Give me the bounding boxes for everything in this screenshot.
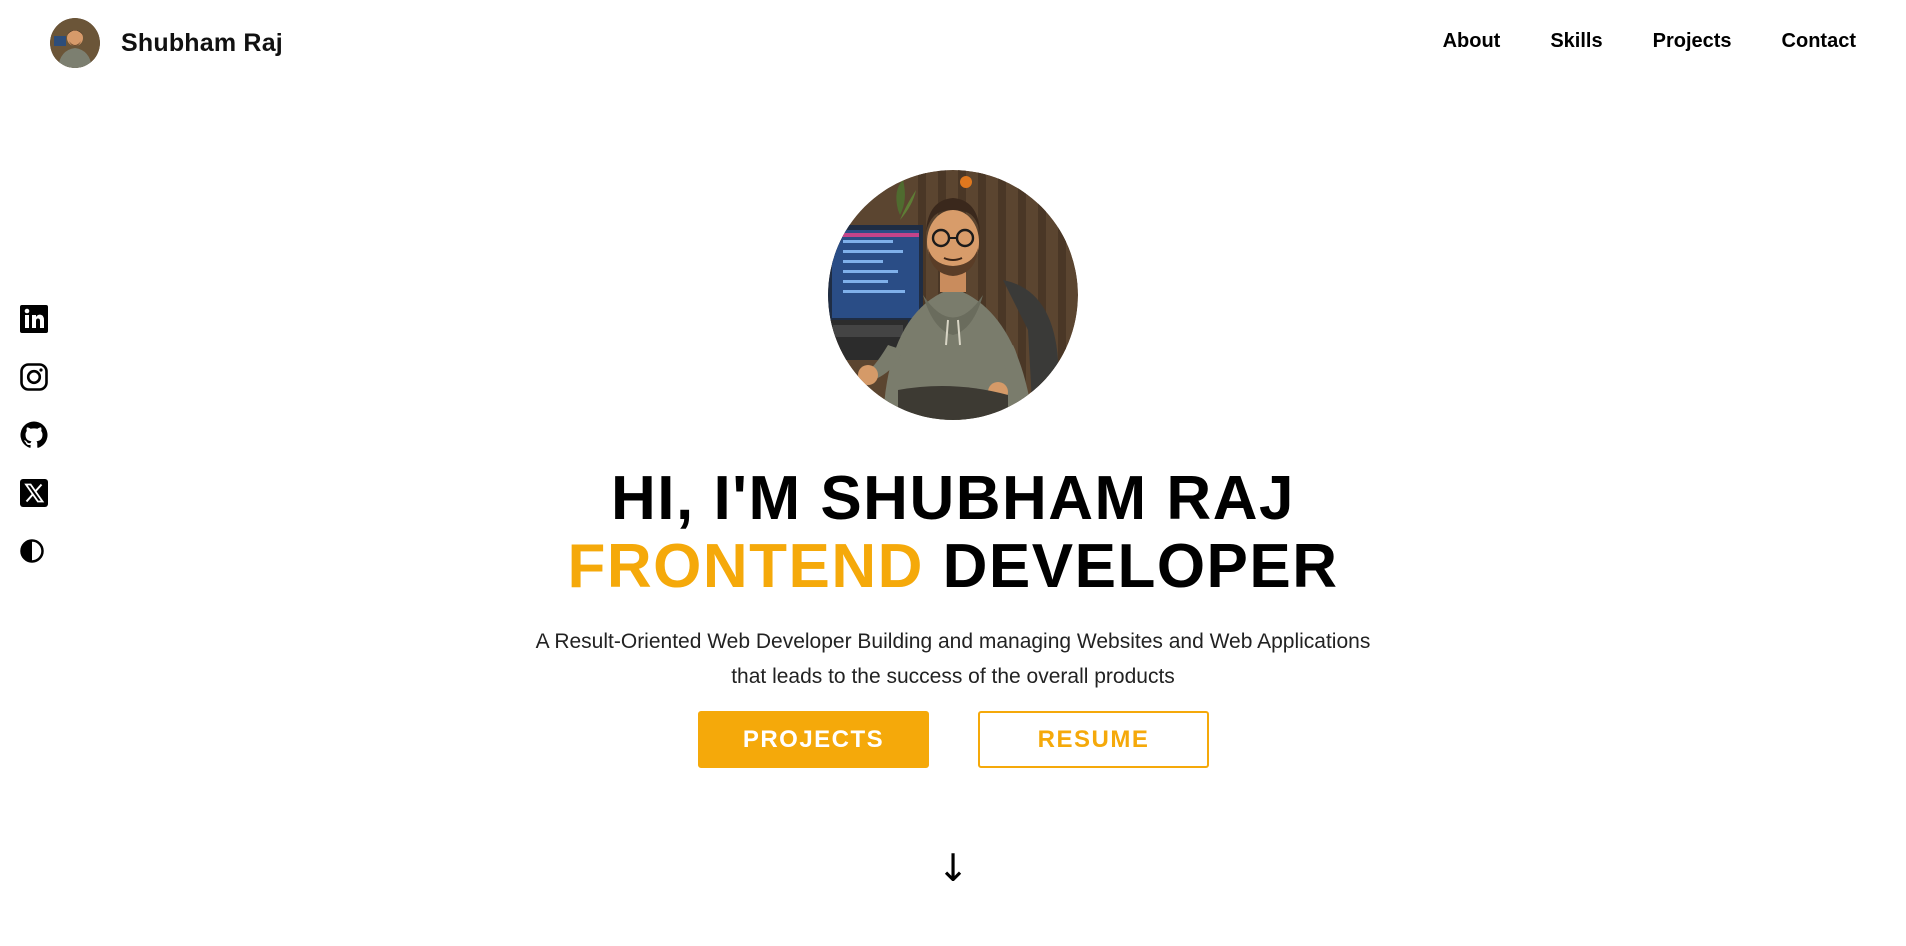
portfolio-page: Shubham Raj About Skills Projects Contac… bbox=[0, 0, 1906, 946]
brand-name: Shubham Raj bbox=[121, 28, 283, 57]
brand-link[interactable]: Shubham Raj bbox=[50, 18, 283, 68]
nav-contact[interactable]: Contact bbox=[1782, 30, 1856, 53]
projects-button[interactable]: PROJECTS bbox=[698, 711, 929, 768]
hero-role-accent: FRONTEND bbox=[567, 532, 924, 601]
main-nav: About Skills Projects Contact bbox=[1443, 30, 1856, 53]
instagram-icon[interactable] bbox=[19, 362, 49, 392]
hero-greeting: HI, I'M SHUBHAM RAJ bbox=[611, 464, 1295, 533]
linkedin-icon[interactable] bbox=[19, 304, 49, 334]
scroll-down-icon[interactable]: ↓ bbox=[937, 846, 969, 890]
nav-projects[interactable]: Projects bbox=[1653, 30, 1732, 53]
site-header: Shubham Raj About Skills Projects Contac… bbox=[0, 0, 1906, 86]
resume-button[interactable]: RESUME bbox=[978, 711, 1209, 768]
hero-description-line1: A Result-Oriented Web Developer Building… bbox=[535, 630, 1371, 653]
hero-description-line2: that leads to the success of the overall… bbox=[731, 665, 1175, 688]
nav-about[interactable]: About bbox=[1443, 30, 1501, 53]
brand-avatar bbox=[50, 18, 100, 68]
github-icon[interactable] bbox=[19, 420, 49, 450]
hero-description: A Result-Oriented Web Developer Building… bbox=[453, 624, 1453, 694]
profile-illustration bbox=[828, 170, 1078, 420]
hero-role: FRONTEND DEVELOPER bbox=[0, 533, 1906, 601]
nav-skills[interactable]: Skills bbox=[1550, 30, 1602, 53]
hero-role-rest: DEVELOPER bbox=[942, 532, 1339, 601]
